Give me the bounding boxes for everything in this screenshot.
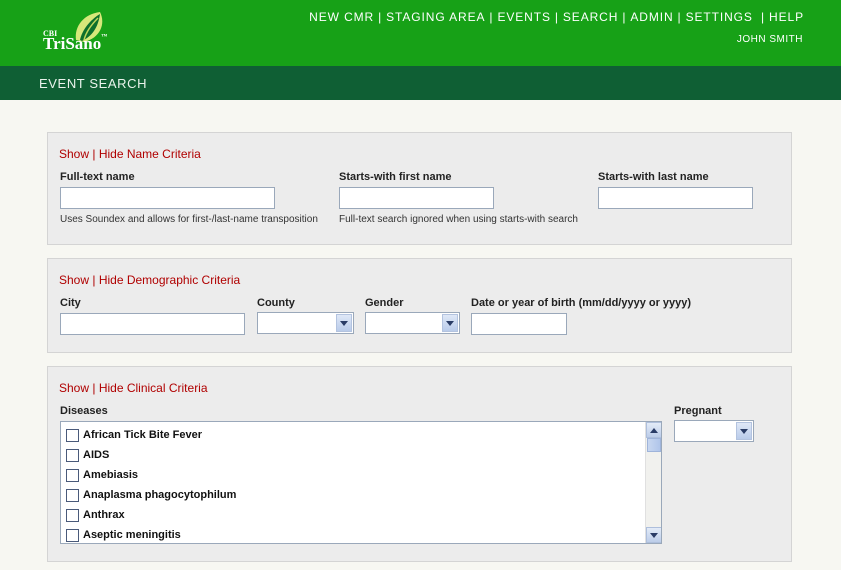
page-title-bar: EVENT SEARCH [0,66,841,100]
current-user[interactable]: JOHN SMITH [737,34,803,45]
last-name-input[interactable] [598,187,753,209]
fulltext-name-input[interactable] [60,187,275,209]
checkbox[interactable] [66,508,79,522]
dob-label: Date or year of birth (mm/dd/yyyy or yyy… [471,297,692,309]
diseases-label: Diseases [60,405,108,417]
diseases-list[interactable]: African Tick Bite Fever AIDS Amebiasis A… [60,421,662,544]
clinical-criteria-panel: Show | Hide Clinical Criteria Diseases A… [47,366,792,562]
checkbox[interactable] [66,528,79,542]
checkbox[interactable] [66,468,79,482]
chevron-down-icon[interactable] [442,314,458,332]
county-label: County [257,297,295,309]
gender-select[interactable] [365,312,460,334]
city-input[interactable] [60,313,245,335]
nav-admin[interactable]: ADMIN [630,10,673,24]
trisano-logo[interactable]: CBI TriSano™ [40,8,140,58]
clinical-criteria-toggle: Show | Hide Clinical Criteria [59,381,208,395]
list-item[interactable]: Anthrax [66,506,125,524]
checkbox[interactable] [66,448,79,462]
show-name-criteria-link[interactable]: Show [59,147,89,161]
scroll-up-icon[interactable] [646,422,661,438]
city-label: City [60,297,81,309]
gender-label: Gender [365,297,404,309]
hide-clinical-criteria-link[interactable]: Hide Clinical Criteria [99,381,208,395]
hide-demographic-criteria-link[interactable]: Hide Demographic Criteria [99,273,240,287]
list-item[interactable]: African Tick Bite Fever [66,426,202,444]
show-demographic-criteria-link[interactable]: Show [59,273,89,287]
header-bar: CBI TriSano™ NEW CMR | STAGING AREA | EVENTS… [0,0,841,66]
first-name-hint: Full-text search ignored when using star… [339,214,578,225]
last-name-label: Starts-with last name [598,171,709,183]
main-nav: NEW CMR | STAGING AREA | EVENTS | SEARCH | ADMIN… [309,10,804,24]
nav-staging-area[interactable]: STAGING AREA [386,10,485,24]
logo-name: TriSano™ [43,34,108,53]
nav-settings[interactable]: SETTINGS [686,10,753,24]
list-item[interactable]: AIDS [66,446,109,464]
scroll-down-icon[interactable] [646,527,661,543]
chevron-down-icon[interactable] [336,314,352,332]
pregnant-label: Pregnant [674,405,722,417]
demographic-criteria-toggle: Show | Hide Demographic Criteria [59,273,241,287]
first-name-label: Starts-with first name [339,171,452,183]
nav-new-cmr[interactable]: NEW CMR [309,10,374,24]
chevron-down-icon[interactable] [736,422,752,440]
checkbox[interactable] [66,428,79,442]
name-criteria-panel: Show | Hide Name Criteria Full-text name… [47,132,792,245]
nav-events[interactable]: EVENTS [497,10,550,24]
pregnant-select[interactable] [674,420,754,442]
county-select[interactable] [257,312,354,334]
list-item[interactable]: Amebiasis [66,466,138,484]
fulltext-name-label: Full-text name [60,171,135,183]
list-item[interactable]: Aseptic meningitis [66,526,181,543]
list-item[interactable]: Anaplasma phagocytophilum [66,486,236,504]
show-clinical-criteria-link[interactable]: Show [59,381,89,395]
first-name-input[interactable] [339,187,494,209]
diseases-scrollbar[interactable] [645,422,661,543]
hide-name-criteria-link[interactable]: Hide Name Criteria [99,147,201,161]
page-title: EVENT SEARCH [39,76,148,91]
name-criteria-toggle: Show | Hide Name Criteria [59,147,201,161]
checkbox[interactable] [66,488,79,502]
dob-input[interactable] [471,313,567,335]
fulltext-name-hint: Uses Soundex and allows for first-/last-… [60,214,318,225]
demographic-criteria-panel: Show | Hide Demographic Criteria City Co… [47,258,792,353]
nav-help[interactable]: HELP [769,10,804,24]
nav-search[interactable]: SEARCH [563,10,618,24]
scroll-thumb[interactable] [647,438,661,452]
